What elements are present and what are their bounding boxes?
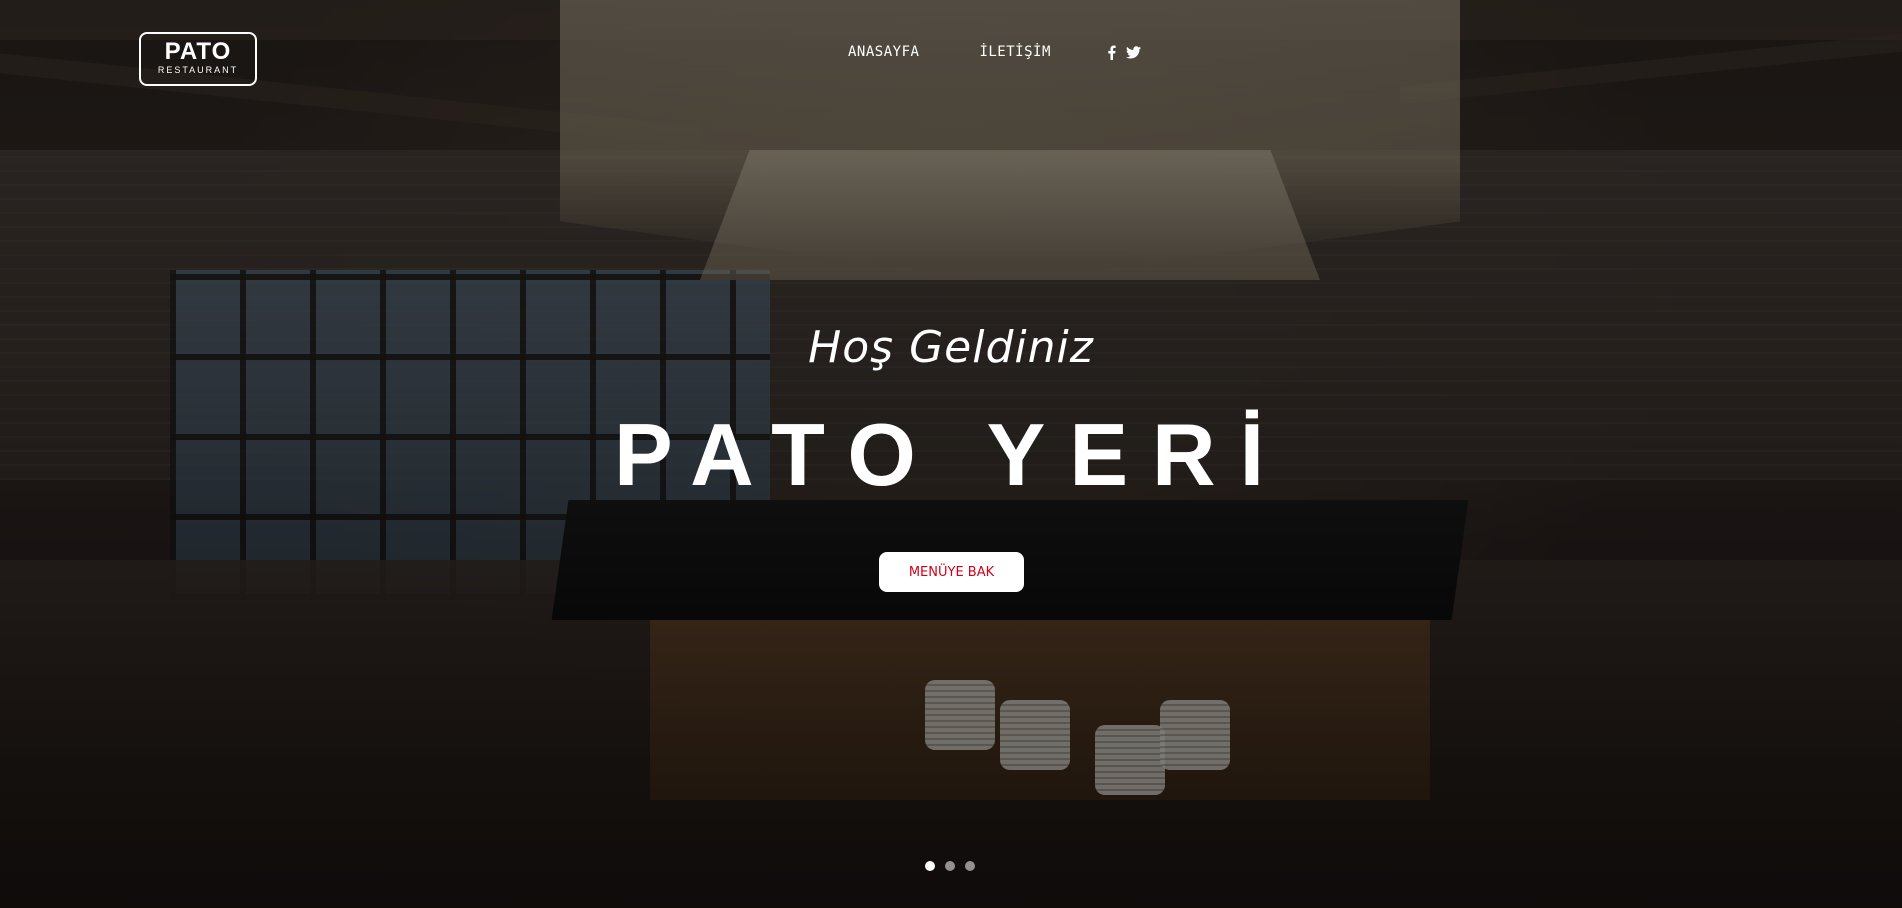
logo-main-text: PATO (164, 38, 232, 65)
slider-dot-1[interactable] (925, 861, 935, 871)
hero-section: PATO RESTAURANT ANASAYFA İLETİŞİM Hoş Ge… (0, 0, 1902, 908)
menu-button[interactable]: MENÜYE BAK (879, 552, 1024, 592)
nav-item-anasayfa[interactable]: ANASAYFA (848, 44, 919, 60)
social-links (1107, 45, 1151, 60)
logo-sub-text: RESTAURANT (157, 65, 239, 75)
slider-dot-3[interactable] (965, 861, 975, 871)
hero-title: PATO YERİ (613, 405, 1289, 504)
twitter-icon[interactable] (1125, 45, 1141, 59)
facebook-icon[interactable] (1107, 45, 1116, 60)
welcome-text: Hoş Geldiniz (808, 322, 1094, 373)
logo[interactable]: PATO RESTAURANT (139, 32, 257, 86)
nav-item-iletisim[interactable]: İLETİŞİM (979, 44, 1050, 60)
slider-dots (925, 861, 985, 871)
slider-dot-2[interactable] (945, 861, 955, 871)
main-nav: ANASAYFA İLETİŞİM (848, 44, 1151, 60)
